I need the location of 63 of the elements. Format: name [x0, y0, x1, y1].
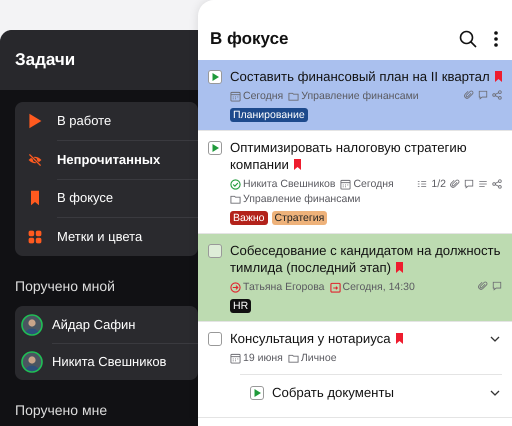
folder-icon [230, 194, 241, 204]
paperclip-icon[interactable] [478, 281, 488, 291]
person-name[interactable]: Айдар Сафин [52, 316, 136, 332]
meta-text: Сегодня [353, 178, 394, 190]
tag: Важно [230, 211, 268, 225]
share-icon[interactable] [492, 90, 502, 100]
play-checkbox[interactable] [250, 386, 264, 400]
folder-icon [288, 90, 300, 102]
arrow-circle-icon [230, 282, 241, 292]
meta-text: Никита Свешников [243, 178, 336, 190]
play-icon [27, 113, 43, 130]
comment-icon[interactable] [464, 179, 474, 189]
task-row[interactable]: Оптимизировать налоговую стратегию компании Никита Свешников Сегодня Управление финансами 1/2 Важно Стратегия [198, 131, 512, 234]
tag: Стратегия [272, 211, 328, 225]
tag: Планирование [230, 108, 308, 122]
more-icon[interactable] [492, 29, 500, 49]
filter-item[interactable]: В работе [57, 113, 112, 128]
section-title: Поручено мной [15, 278, 115, 294]
person-name[interactable]: Никита Свешников [52, 354, 166, 369]
comment-icon[interactable] [478, 90, 488, 100]
play-checkbox[interactable] [208, 141, 222, 155]
calendar-icon [230, 90, 241, 102]
filter-item[interactable]: Непрочитанных [57, 152, 160, 167]
meta-text: Управление финансами [243, 193, 360, 205]
task-title: Оптимизировать налоговую стратегию компании [230, 139, 468, 173]
task-title: Собеседование с кандидатом на должность тимлида (последний этап) [230, 242, 502, 276]
checklist-count: 1/2 [431, 178, 446, 190]
avatar [21, 314, 43, 336]
meta-text: Сегодня [243, 90, 284, 102]
meta-text: Татьяна Егорова [243, 281, 324, 293]
play-checkbox[interactable] [208, 70, 222, 84]
share-icon[interactable] [492, 179, 502, 189]
meta-text: Управление финансами [301, 90, 419, 102]
task-row[interactable]: Составить финансовый план на II квартал Сегодня Управление финансами Планирование [198, 60, 512, 131]
filter-item[interactable]: Метки и цвета [57, 229, 142, 244]
paperclip-icon[interactable] [464, 90, 474, 100]
check-circle-icon [230, 178, 241, 190]
avatar [21, 350, 43, 372]
meta-text: Сегодня, 14:30 [342, 281, 415, 293]
filter-item[interactable]: В фокусе [57, 190, 114, 206]
task-title: Консультация у нотариуса [230, 330, 488, 347]
checkbox[interactable] [208, 332, 222, 346]
task-title: Собрать документы [272, 384, 395, 401]
checkbox[interactable] [208, 244, 222, 258]
tag: HR [230, 299, 252, 313]
checklist-icon [417, 179, 428, 189]
calendar-icon [230, 352, 241, 364]
lines-icon[interactable] [478, 179, 488, 189]
section-title: Поручено мне [15, 402, 108, 418]
panel-title: В фокусе [210, 29, 290, 49]
meta-text: 19 июня [243, 352, 283, 364]
panel-title: Задачи [15, 50, 76, 70]
tiles-icon [27, 228, 43, 245]
calendar-icon [340, 178, 352, 190]
paperclip-icon[interactable] [450, 179, 460, 189]
task-row[interactable]: Собеседование с кандидатом на должность тимлида (последний этап) Татьяна Егорова Сегодня, 14:30 HR [198, 234, 512, 322]
search-icon[interactable] [458, 29, 478, 49]
folder-icon [288, 352, 299, 364]
hidden-eye-icon [27, 152, 43, 168]
task-title: Составить финансовый план на II квартал [230, 68, 502, 85]
meta-text: Личное [300, 352, 337, 364]
comment-icon[interactable] [492, 281, 502, 291]
task-row[interactable]: Консультация у нотариуса 19 июня Личное Собрать документы [198, 322, 512, 418]
